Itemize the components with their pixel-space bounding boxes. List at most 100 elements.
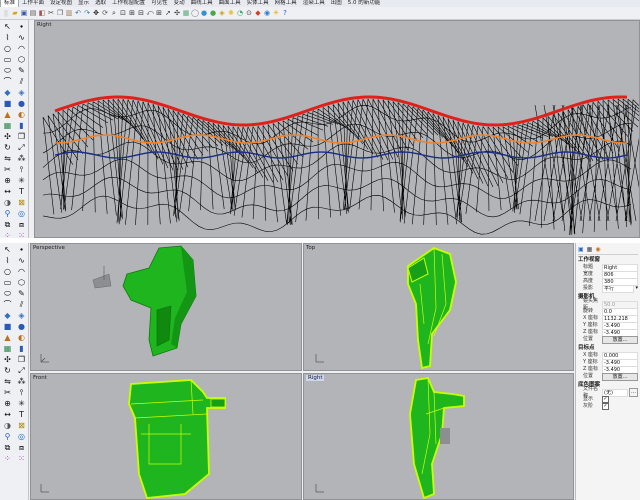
freeform-icon[interactable]: ✎ — [16, 289, 27, 299]
save-icon[interactable]: ▣ — [20, 9, 28, 17]
circle-icon[interactable]: ○ — [2, 267, 13, 277]
move-tool-icon[interactable]: ✣ — [2, 355, 13, 365]
pan-icon[interactable]: ✥ — [92, 9, 100, 17]
lock-icon[interactable]: ⊠ — [16, 421, 27, 431]
viewport-label[interactable]: Top — [306, 245, 315, 251]
right-viewport-large[interactable]: Right — [34, 20, 640, 238]
rotate-tool-icon[interactable]: ↻ — [2, 366, 13, 376]
rotate-tool-icon[interactable]: ↻ — [2, 143, 13, 153]
freeform-icon[interactable]: ✎ — [16, 66, 27, 76]
edit-points-icon[interactable]: ⁙ — [16, 231, 27, 238]
boolean-icon[interactable]: ◐ — [16, 333, 27, 343]
loft-icon[interactable]: ◈ — [16, 88, 27, 98]
dimension-icon[interactable]: ↔ — [2, 187, 13, 197]
help-icon[interactable]: ? — [281, 9, 289, 17]
layer-icon[interactable]: ◈ — [218, 9, 226, 17]
text-icon[interactable]: T — [16, 410, 27, 420]
analyze-icon[interactable]: ⚲ — [2, 432, 13, 442]
array-tool-icon[interactable]: ⁂ — [16, 377, 27, 387]
select-arrow-icon[interactable]: ↖ — [2, 245, 13, 255]
join-tool-icon[interactable]: ⊕ — [2, 176, 13, 186]
render-icon[interactable]: ◎ — [16, 209, 27, 219]
polygon-icon[interactable]: ⬡ — [16, 278, 27, 288]
show-checkbox[interactable]: ✓ — [602, 396, 609, 403]
box-icon[interactable]: ■ — [2, 322, 13, 332]
edit-points-icon[interactable]: ⁙ — [16, 454, 27, 464]
viewport-label[interactable]: Perspective — [33, 245, 65, 251]
polyline-icon[interactable]: ⌇ — [2, 256, 13, 266]
tab-drafting[interactable]: 出图 — [328, 0, 345, 7]
control-points-icon[interactable]: ⁘ — [2, 231, 13, 238]
circle-icon[interactable]: ○ — [2, 44, 13, 54]
browse-button[interactable]: … — [629, 388, 638, 397]
zoom-window-icon[interactable]: ⊡ — [119, 9, 127, 17]
cut-icon[interactable]: ✂ — [47, 9, 55, 17]
surface-icon[interactable]: ◆ — [2, 311, 13, 321]
split-tool-icon[interactable]: ⫯ — [16, 388, 27, 398]
undo-icon[interactable]: ↶ — [74, 9, 82, 17]
scale-tool-icon[interactable]: ⤢ — [16, 366, 27, 376]
arc-icon[interactable]: ◠ — [16, 44, 27, 54]
tab-display[interactable]: 显示 — [75, 0, 92, 7]
paste-icon[interactable]: ▥ — [65, 9, 73, 17]
arc-icon[interactable]: ◠ — [16, 267, 27, 277]
boolean-icon[interactable]: ◐ — [16, 110, 27, 120]
fillet-curve-icon[interactable]: ⌒ — [2, 300, 13, 310]
perspective-viewport[interactable]: Perspective — [30, 243, 302, 371]
surface-icon[interactable]: ◆ — [2, 88, 13, 98]
join-tool-icon[interactable]: ⊕ — [2, 399, 13, 409]
redo-icon[interactable]: ↷ — [83, 9, 91, 17]
viewport-label[interactable]: Front — [33, 375, 47, 381]
gray-checkbox[interactable]: ✓ — [602, 403, 609, 410]
offset-curve-icon[interactable]: ⫽ — [16, 77, 27, 87]
scale-tool-icon[interactable]: ⤢ — [16, 143, 27, 153]
rotate-view-icon[interactable]: ⟳ — [101, 9, 109, 17]
tab-render-tools[interactable]: 渲染工具 — [300, 0, 328, 7]
tab-set-view[interactable]: 设定视图 — [47, 0, 75, 7]
array-tool-icon[interactable]: ⁂ — [16, 154, 27, 164]
polygon-icon[interactable]: ⬡ — [16, 55, 27, 65]
sphere-icon[interactable]: ● — [16, 99, 27, 109]
group-icon[interactable]: ⧉ — [2, 220, 13, 230]
mirror-tool-icon[interactable]: ⇋ — [2, 154, 13, 164]
target-place-button[interactable]: 放置... — [602, 372, 638, 381]
box-icon[interactable]: ■ — [2, 99, 13, 109]
camera-place-button[interactable]: 放置... — [602, 335, 638, 344]
dimension-icon[interactable]: ↔ — [2, 410, 13, 420]
copy-icon[interactable]: ❐ — [56, 9, 64, 17]
tab-surface-tools[interactable]: 曲面工具 — [216, 0, 244, 7]
material-properties-icon[interactable]: ◉ — [595, 246, 600, 253]
top-viewport[interactable]: Top — [303, 243, 574, 371]
four-viewports-icon[interactable]: ⊞ — [155, 9, 163, 17]
mesh-icon[interactable]: ▦ — [2, 344, 13, 354]
trim-tool-icon[interactable]: ✂ — [2, 165, 13, 175]
point-icon[interactable]: ∙ — [16, 22, 27, 32]
zoom-icon[interactable]: ⌕ — [110, 9, 118, 17]
tab-viewport-layout[interactable]: 工作视窗配置 — [109, 0, 148, 7]
cylinder-icon[interactable]: ▮ — [16, 121, 27, 131]
tab-visibility[interactable]: 可见性 — [148, 0, 171, 7]
move-icon[interactable]: ✣ — [173, 9, 181, 17]
extrude-icon[interactable]: ▲ — [2, 110, 13, 120]
split-tool-icon[interactable]: ⫯ — [16, 165, 27, 175]
chevron-down-icon[interactable]: ▾ — [634, 285, 638, 292]
projection-select[interactable]: 平行 — [602, 284, 635, 293]
object-properties-icon[interactable]: ▣ — [578, 246, 584, 253]
viewport-label-active[interactable]: Right — [306, 375, 325, 381]
material-icon[interactable]: ◉ — [263, 9, 271, 17]
wireframe-icon[interactable]: ◯ — [191, 9, 199, 17]
ungroup-icon[interactable]: ⧈ — [16, 220, 27, 230]
polyline-icon[interactable]: ⌇ — [2, 33, 13, 43]
print-icon[interactable]: ▤ — [29, 9, 37, 17]
ellipse-icon[interactable]: ⬭ — [2, 66, 13, 76]
light-icon[interactable]: ✺ — [227, 9, 235, 17]
extrude-icon[interactable]: ▲ — [2, 333, 13, 343]
undo-view-icon[interactable]: ⤺ — [146, 9, 154, 17]
sphere-icon[interactable]: ● — [16, 322, 27, 332]
object-snap-icon[interactable]: ⊙ — [245, 9, 253, 17]
ellipse-icon[interactable]: ⬭ — [2, 289, 13, 299]
loft-icon[interactable]: ◈ — [16, 311, 27, 321]
cplane-icon[interactable]: ▦ — [182, 9, 190, 17]
point-icon[interactable]: ∙ — [16, 245, 27, 255]
copy-tool-icon[interactable]: ❐ — [16, 355, 27, 365]
